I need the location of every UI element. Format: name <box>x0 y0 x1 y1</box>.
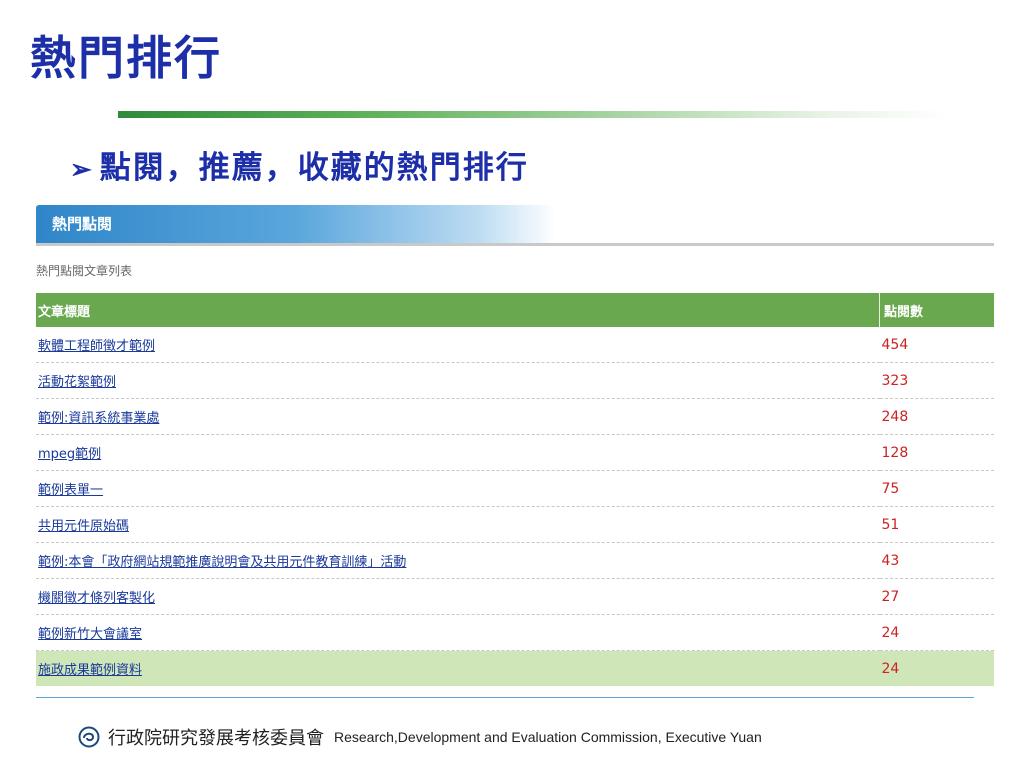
view-count: 24 <box>879 614 994 651</box>
table-caption: 熱門點閱文章列表 <box>36 264 133 278</box>
footer-org-chinese: 行政院研究發展考核委員會 <box>108 728 324 749</box>
bullet-text: 點閱，推薦，收藏的熱門排行 <box>99 150 529 186</box>
article-link[interactable]: 範例:資訊系統事業處 <box>38 411 159 426</box>
table-row: 範例:本會「政府網站規範推廣說明會及共用元件教育訓練」活動 43 <box>36 542 994 579</box>
article-link[interactable]: mpeg範例 <box>38 447 101 462</box>
footer: 行政院研究發展考核委員會 Research,Development and Ev… <box>78 722 762 752</box>
rdec-logo-icon <box>78 726 100 748</box>
view-count: 75 <box>879 470 994 507</box>
table-row: mpeg範例 128 <box>36 434 994 471</box>
article-link[interactable]: 範例表單一 <box>38 483 103 498</box>
view-count: 454 <box>879 327 994 363</box>
arrow-bullet-icon: ➢ <box>70 155 94 185</box>
table-row: 機關徵才條列客製化 27 <box>36 578 994 615</box>
table-row: 共用元件原始碼 51 <box>36 506 994 543</box>
footer-org-english: Research,Development and Evaluation Comm… <box>334 729 762 745</box>
table-header-row: 文章標題 點閱數 <box>36 293 994 327</box>
table-bottom-rule <box>36 697 974 698</box>
article-link[interactable]: 共用元件原始碼 <box>38 519 129 534</box>
article-link[interactable]: 範例新竹大會議室 <box>38 627 142 642</box>
article-link[interactable]: 軟體工程師徵才範例 <box>38 339 155 354</box>
view-count: 248 <box>879 398 994 435</box>
panel-divider <box>36 243 994 246</box>
article-link[interactable]: 活動花絮範例 <box>38 375 116 390</box>
view-count: 43 <box>879 542 994 579</box>
view-count: 24 <box>879 650 994 686</box>
table-row-highlighted: 施政成果範例資料 24 <box>36 650 994 686</box>
article-link[interactable]: 機關徵才條列客製化 <box>38 591 155 606</box>
panel-header: 熱門點閱 <box>36 205 994 246</box>
popular-articles-table: 文章標題 點閱數 軟體工程師徵才範例 454 活動花絮範例 323 範例:資訊系統事… <box>36 293 994 686</box>
view-count: 27 <box>879 578 994 615</box>
table-row: 範例:資訊系統事業處 248 <box>36 398 994 435</box>
view-count: 323 <box>879 362 994 399</box>
view-count: 128 <box>879 434 994 471</box>
table-row: 範例表單一 75 <box>36 470 994 507</box>
article-link[interactable]: 範例:本會「政府網站規範推廣說明會及共用元件教育訓練」活動 <box>38 555 406 570</box>
panel-tab[interactable]: 熱門點閱 <box>36 205 556 243</box>
article-link[interactable]: 施政成果範例資料 <box>38 663 142 678</box>
column-header-views: 點閱數 <box>879 293 994 327</box>
table-row: 活動花絮範例 323 <box>36 362 994 399</box>
bullet-item: ➢ 點閱，推薦，收藏的熱門排行 <box>70 142 529 187</box>
table-row: 範例新竹大會議室 24 <box>36 614 994 651</box>
view-count: 51 <box>879 506 994 543</box>
panel-tab-label: 熱門點閱 <box>52 215 113 233</box>
table-row: 軟體工程師徵才範例 454 <box>36 327 994 363</box>
column-header-title: 文章標題 <box>36 293 880 327</box>
title-underline <box>118 111 948 118</box>
slide-title: 熱門排行 <box>30 31 222 85</box>
